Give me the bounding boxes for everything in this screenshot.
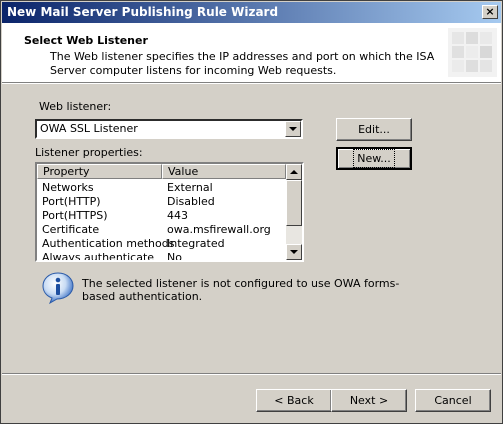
listener-properties-list[interactable]: Property Value Networks External Port(HTT… <box>35 162 304 262</box>
wizard-header: Select Web Listener The Web listener spe… <box>2 23 501 82</box>
page-title: Select Web Listener <box>24 34 148 47</box>
column-header-property[interactable]: Property <box>37 164 162 179</box>
scroll-up-button[interactable] <box>286 164 302 180</box>
footer-divider <box>2 373 501 375</box>
vertical-scrollbar[interactable] <box>286 164 302 260</box>
column-header-value[interactable]: Value <box>162 164 286 179</box>
window-title: New Mail Server Publishing Rule Wizard <box>7 5 279 19</box>
list-item[interactable]: Authentication methods Integrated <box>37 236 286 250</box>
scroll-down-button[interactable] <box>286 244 302 260</box>
arrow-down-icon <box>290 250 298 254</box>
list-item[interactable]: Always authenticate No <box>37 250 286 260</box>
arrow-up-icon <box>290 170 298 174</box>
web-listener-dropdown[interactable]: OWA SSL Listener <box>35 119 303 139</box>
dropdown-arrow-icon[interactable] <box>285 121 301 137</box>
wizard-window: New Mail Server Publishing Rule Wizard ×… <box>0 0 503 424</box>
back-button[interactable]: < Back <box>256 389 332 412</box>
list-header: Property Value <box>37 164 286 179</box>
next-button[interactable]: Next > <box>331 389 407 412</box>
list-item[interactable]: Networks External <box>37 180 286 194</box>
web-listener-value: OWA SSL Listener <box>40 122 138 135</box>
new-button[interactable]: New... <box>336 147 412 170</box>
info-message: The selected listener is not configured … <box>82 277 400 303</box>
close-button[interactable]: × <box>482 5 498 19</box>
title-bar[interactable]: New Mail Server Publishing Rule Wizard × <box>2 2 501 23</box>
edit-button[interactable]: Edit... <box>336 118 412 141</box>
page-description: The Web listener specifies the IP addres… <box>50 50 435 77</box>
scrollbar-thumb[interactable] <box>286 180 302 226</box>
list-item[interactable]: Port(HTTPS) 443 <box>37 208 286 222</box>
close-icon: × <box>485 5 495 18</box>
cancel-button[interactable]: Cancel <box>415 389 491 412</box>
list-item[interactable]: Port(HTTP) Disabled <box>37 194 286 208</box>
listener-properties-label: Listener properties: <box>35 146 143 159</box>
web-listener-label: Web listener: <box>39 100 112 113</box>
info-icon <box>42 272 74 305</box>
wizard-logo-icon <box>448 28 497 77</box>
list-item[interactable]: Certificate owa.msfirewall.org <box>37 222 286 236</box>
header-divider <box>2 82 501 84</box>
